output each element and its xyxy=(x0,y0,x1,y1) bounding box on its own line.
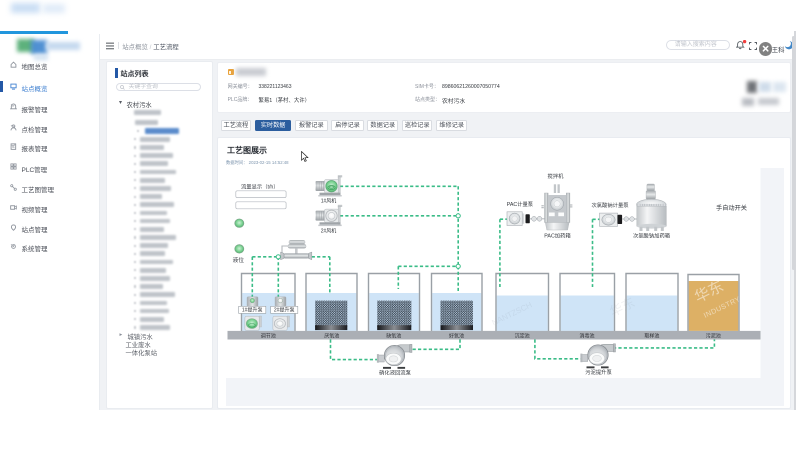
svg-text:污泥池: 污泥池 xyxy=(705,332,720,339)
svg-text:液位: 液位 xyxy=(232,256,244,264)
svg-text:2#风机: 2#风机 xyxy=(320,227,336,234)
svg-text:消毒池: 消毒池 xyxy=(579,332,594,339)
svg-text:流量显示（t/h）: 流量显示（t/h） xyxy=(241,182,279,190)
svg-text:次氯酸钠计量泵: 次氯酸钠计量泵 xyxy=(591,201,629,209)
svg-text:沉淀池: 沉淀池 xyxy=(514,332,529,339)
svg-text:2#提升泵: 2#提升泵 xyxy=(273,307,294,314)
svg-text:手自动开关: 手自动开关 xyxy=(716,204,747,212)
svg-text:PAC计量泵: PAC计量泵 xyxy=(506,200,533,208)
svg-text:PAC加药箱: PAC加药箱 xyxy=(544,231,571,239)
svg-text:次氯酸钠加药箱: 次氯酸钠加药箱 xyxy=(632,231,670,239)
svg-text:污泥提升泵: 污泥提升泵 xyxy=(585,368,612,376)
svg-text:1#风机: 1#风机 xyxy=(320,198,336,205)
svg-text:取样池: 取样池 xyxy=(644,332,659,339)
svg-text:缺氧池: 缺氧池 xyxy=(386,332,401,339)
svg-text:硝化液回流泵: 硝化液回流泵 xyxy=(379,369,411,377)
svg-text:调节池: 调节池 xyxy=(260,332,275,339)
svg-text:1#提升泵: 1#提升泵 xyxy=(241,307,262,314)
svg-text:厌氧池: 厌氧池 xyxy=(324,332,339,339)
svg-text:搅拌机: 搅拌机 xyxy=(547,172,564,180)
svg-text:好氧池: 好氧池 xyxy=(448,332,463,339)
